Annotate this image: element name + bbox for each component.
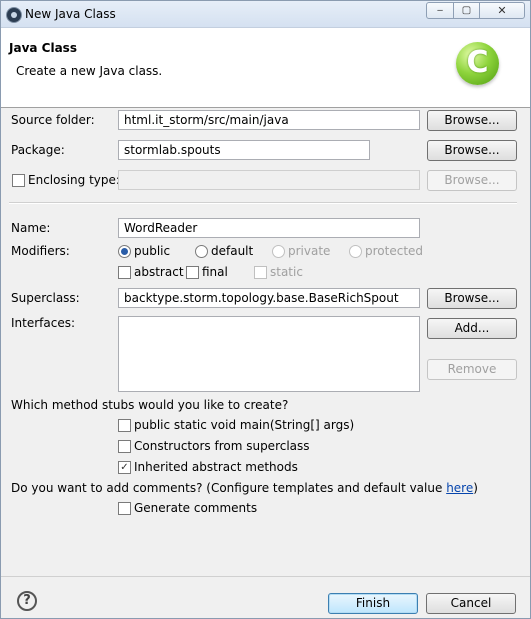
close-button[interactable]: ✕ bbox=[479, 2, 525, 19]
protected-label: protected bbox=[365, 244, 424, 258]
superclass-label: Superclass: bbox=[11, 291, 80, 305]
generate-comments-label: Generate comments bbox=[134, 501, 258, 515]
package-input[interactable]: stormlab.spouts bbox=[118, 140, 370, 160]
package-browse-button[interactable]: Browse... bbox=[427, 140, 517, 161]
protected-radio bbox=[349, 245, 362, 258]
help-icon[interactable]: ? bbox=[17, 591, 37, 611]
main-method-checkbox[interactable] bbox=[118, 419, 131, 432]
comments-question-text: Do you want to add comments? (Configure … bbox=[11, 481, 447, 495]
add-interface-button[interactable]: Add... bbox=[427, 318, 517, 339]
minimize-button[interactable]: ‒ bbox=[426, 2, 454, 19]
new-java-class-dialog: New Java Class ‒ ▢ ✕ Java Class Create a… bbox=[0, 0, 531, 619]
generate-comments-checkbox[interactable] bbox=[118, 502, 131, 515]
wizard-subtitle: Create a new Java class. bbox=[16, 64, 163, 78]
remove-interface-button: Remove bbox=[427, 359, 517, 380]
name-label: Name: bbox=[11, 221, 51, 235]
inherited-methods-checkbox[interactable]: ✓ bbox=[118, 461, 131, 474]
modifiers-label: Modifiers: bbox=[11, 244, 70, 258]
maximize-button[interactable]: ▢ bbox=[453, 2, 480, 19]
package-label: Package: bbox=[11, 143, 65, 157]
final-checkbox[interactable] bbox=[186, 266, 199, 279]
java-class-logo-icon: C bbox=[456, 42, 499, 85]
constructors-checkbox[interactable] bbox=[118, 440, 131, 453]
cancel-button[interactable]: Cancel bbox=[426, 593, 516, 614]
abstract-label: abstract bbox=[134, 265, 184, 279]
static-checkbox bbox=[254, 266, 267, 279]
default-radio[interactable] bbox=[195, 245, 208, 258]
configure-templates-link[interactable]: here bbox=[446, 481, 473, 495]
comments-close-paren: ) bbox=[473, 481, 478, 495]
public-label: public bbox=[134, 244, 171, 258]
comments-question: Do you want to add comments? (Configure … bbox=[11, 481, 478, 495]
method-stubs-question: Which method stubs would you like to cre… bbox=[11, 398, 289, 412]
interfaces-list[interactable] bbox=[118, 316, 420, 392]
inherited-methods-label: Inherited abstract methods bbox=[134, 460, 298, 474]
final-label: final bbox=[202, 265, 228, 279]
interfaces-label: Interfaces: bbox=[11, 316, 76, 330]
constructors-label: Constructors from superclass bbox=[134, 439, 310, 453]
source-folder-label: Source folder: bbox=[11, 113, 95, 127]
source-folder-browse-button[interactable]: Browse... bbox=[427, 110, 517, 131]
footer-divider bbox=[1, 576, 530, 577]
name-input[interactable]: WordReader bbox=[118, 218, 420, 238]
private-radio bbox=[272, 245, 285, 258]
public-radio[interactable] bbox=[118, 245, 131, 258]
enclosing-type-input bbox=[118, 170, 420, 190]
static-label: static bbox=[270, 265, 303, 279]
superclass-input[interactable]: backtype.storm.topology.base.BaseRichSpo… bbox=[118, 288, 420, 308]
eclipse-app-icon bbox=[6, 7, 22, 23]
main-method-label: public static void main(String[] args) bbox=[134, 418, 355, 432]
private-label: private bbox=[288, 244, 331, 258]
finish-button[interactable]: Finish bbox=[328, 593, 418, 614]
superclass-browse-button[interactable]: Browse... bbox=[427, 288, 517, 309]
wizard-header: Java Class Create a new Java class. C bbox=[1, 28, 530, 108]
abstract-checkbox[interactable] bbox=[118, 266, 131, 279]
title-bar[interactable]: New Java Class ‒ ▢ ✕ bbox=[1, 1, 530, 28]
enclosing-type-browse-button: Browse... bbox=[427, 170, 517, 191]
separator bbox=[9, 202, 517, 204]
logo-letter: C bbox=[466, 45, 489, 80]
wizard-title: Java Class bbox=[9, 41, 77, 55]
enclosing-type-label: Enclosing type: bbox=[28, 173, 120, 187]
default-label: default bbox=[211, 244, 254, 258]
enclosing-type-checkbox[interactable] bbox=[12, 174, 25, 187]
source-folder-input[interactable]: html.it_storm/src/main/java bbox=[118, 110, 420, 130]
window-title: New Java Class bbox=[25, 7, 116, 21]
